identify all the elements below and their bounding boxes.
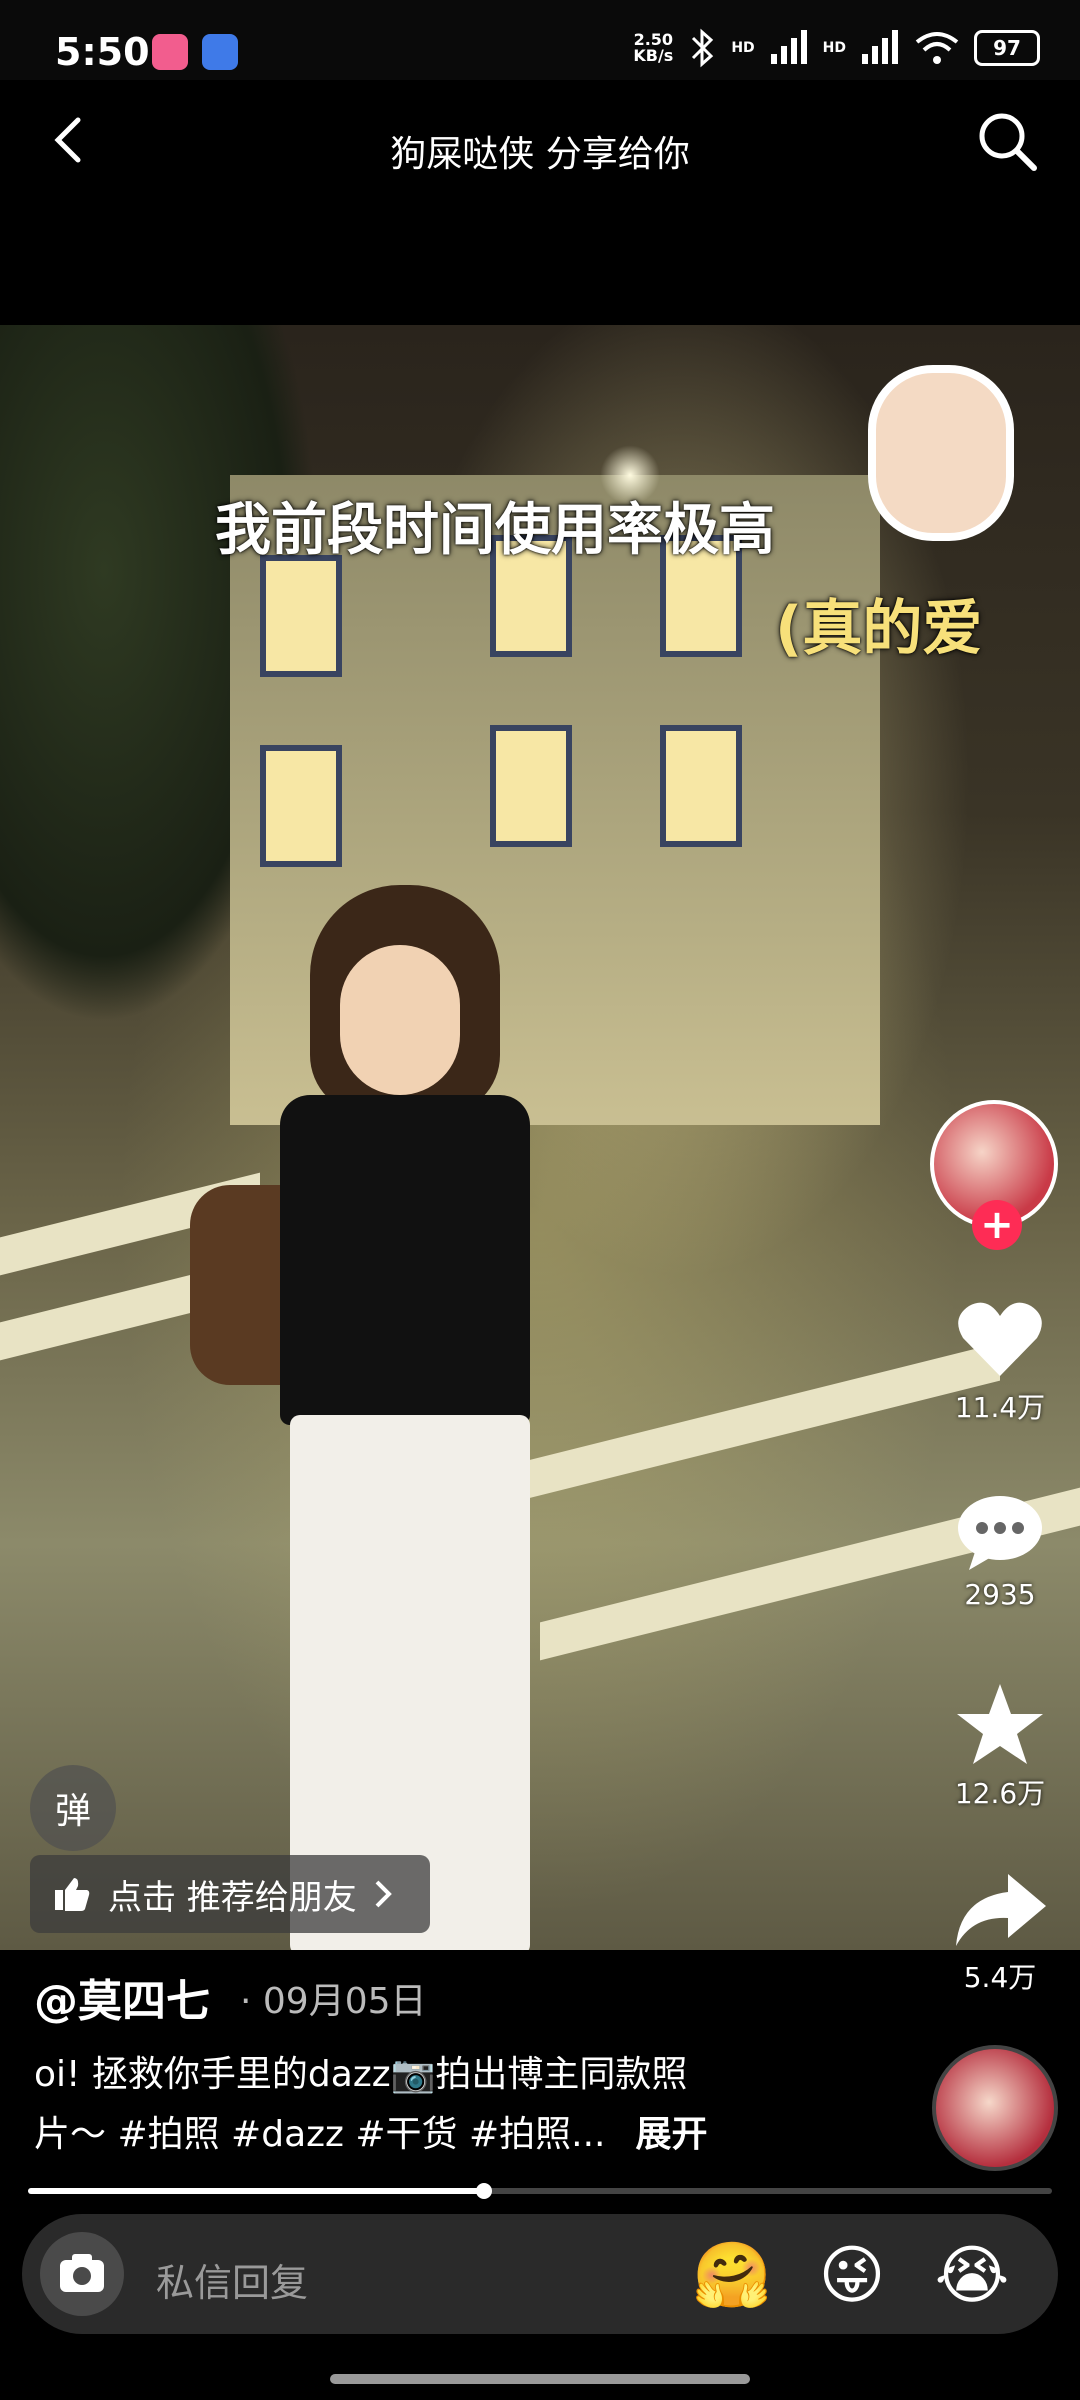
bluetooth-icon [692, 28, 714, 68]
video-progress-bar[interactable] [28, 2183, 1052, 2199]
app-notification-icon [202, 34, 238, 70]
comment-button[interactable]: 2935 [920, 1492, 1080, 1611]
hd-label: HD [731, 40, 755, 56]
wifi-icon [915, 32, 959, 64]
favorite-count: 12.6万 [954, 1777, 1046, 1810]
status-time: 5:50 [55, 30, 150, 74]
camera-button[interactable] [40, 2232, 124, 2316]
camera-icon [60, 2254, 104, 2292]
video-caption: 我前段时间使用率极高 [215, 498, 775, 563]
signal-icon-2 [862, 30, 898, 64]
comment-icon [958, 1496, 1042, 1570]
building-window [660, 725, 742, 847]
hashtags[interactable]: 片～ #拍照 #dazz #干货 #拍照... [34, 2114, 605, 2155]
building-window [260, 555, 342, 677]
recommend-label: 点击 推荐给朋友 [108, 1877, 357, 1918]
thumbs-up-icon [55, 1878, 90, 1911]
battery-indicator: 97 [974, 30, 1040, 66]
post-description-line2: 片～ #拍照 #dazz #干货 #拍照... 展开 [34, 2105, 707, 2157]
like-button[interactable]: 11.4万 [920, 1300, 1080, 1426]
building-window [260, 745, 342, 867]
status-indicators: 2.50 KB/s HD HD 97 [633, 28, 1040, 68]
reply-bar: 私信回复 🤗 😜 😭 [22, 2214, 1058, 2334]
recommend-to-friends-button[interactable]: 点击 推荐给朋友 [30, 1855, 430, 1933]
music-disc[interactable] [932, 2045, 1058, 2171]
search-icon[interactable] [974, 108, 1040, 174]
follow-button[interactable]: + [972, 1200, 1022, 1250]
heart-icon [958, 1302, 1042, 1376]
status-bar: 5:50 2.50 KB/s HD HD 97 [0, 0, 1080, 80]
favorite-button[interactable]: 12.6万 [920, 1682, 1080, 1812]
star-icon [957, 1684, 1043, 1764]
share-button[interactable]: 5.4万 [920, 1870, 1080, 1996]
emoji-hug-button[interactable]: 🤗 [692, 2236, 772, 2316]
expand-button[interactable]: 展开 [635, 2114, 707, 2155]
comment-count: 2935 [964, 1578, 1036, 1611]
share-count: 5.4万 [963, 1961, 1037, 1994]
post-description: oi! 拯救你手里的dazz📷拍出博主同款照 [34, 2054, 688, 2095]
like-count: 11.4万 [954, 1391, 1046, 1424]
video-person [190, 855, 580, 1950]
top-nav: 狗屎哒侠 分享给你 [0, 80, 1080, 220]
emoji-wink-button[interactable]: 😜 [812, 2236, 892, 2316]
message-reply-input[interactable]: 私信回复 [156, 2252, 308, 2307]
emoji-cry-button[interactable]: 😭 [932, 2236, 1012, 2316]
person-top [280, 1095, 530, 1425]
share-arrow-icon [956, 1874, 1046, 1946]
author-name[interactable]: @莫四七 [34, 1965, 210, 2029]
chevron-right-icon [375, 1880, 392, 1908]
progress-fill [28, 2188, 484, 2194]
building-window [490, 725, 572, 847]
signal-icon [770, 30, 807, 64]
progress-handle[interactable] [475, 2183, 492, 2199]
video-player[interactable]: 我前段时间使用率极高 (真的爱 弹 点击 推荐给朋友 [0, 325, 1080, 1950]
sticker-face [868, 365, 1014, 541]
person-face [340, 945, 460, 1095]
video-caption-sub: (真的爱 [775, 594, 983, 664]
danmu-button[interactable]: 弹 [30, 1765, 116, 1851]
bilibili-icon [152, 34, 188, 70]
home-indicator[interactable] [330, 2374, 750, 2384]
share-title: 狗屎哒侠 分享给你 [390, 134, 690, 175]
post-date: · 09月05日 [240, 1981, 427, 2022]
net-speed: 2.50 KB/s [633, 30, 674, 65]
hd-label-2: HD [822, 40, 846, 56]
danmu-label: 弹 [54, 1791, 91, 1832]
